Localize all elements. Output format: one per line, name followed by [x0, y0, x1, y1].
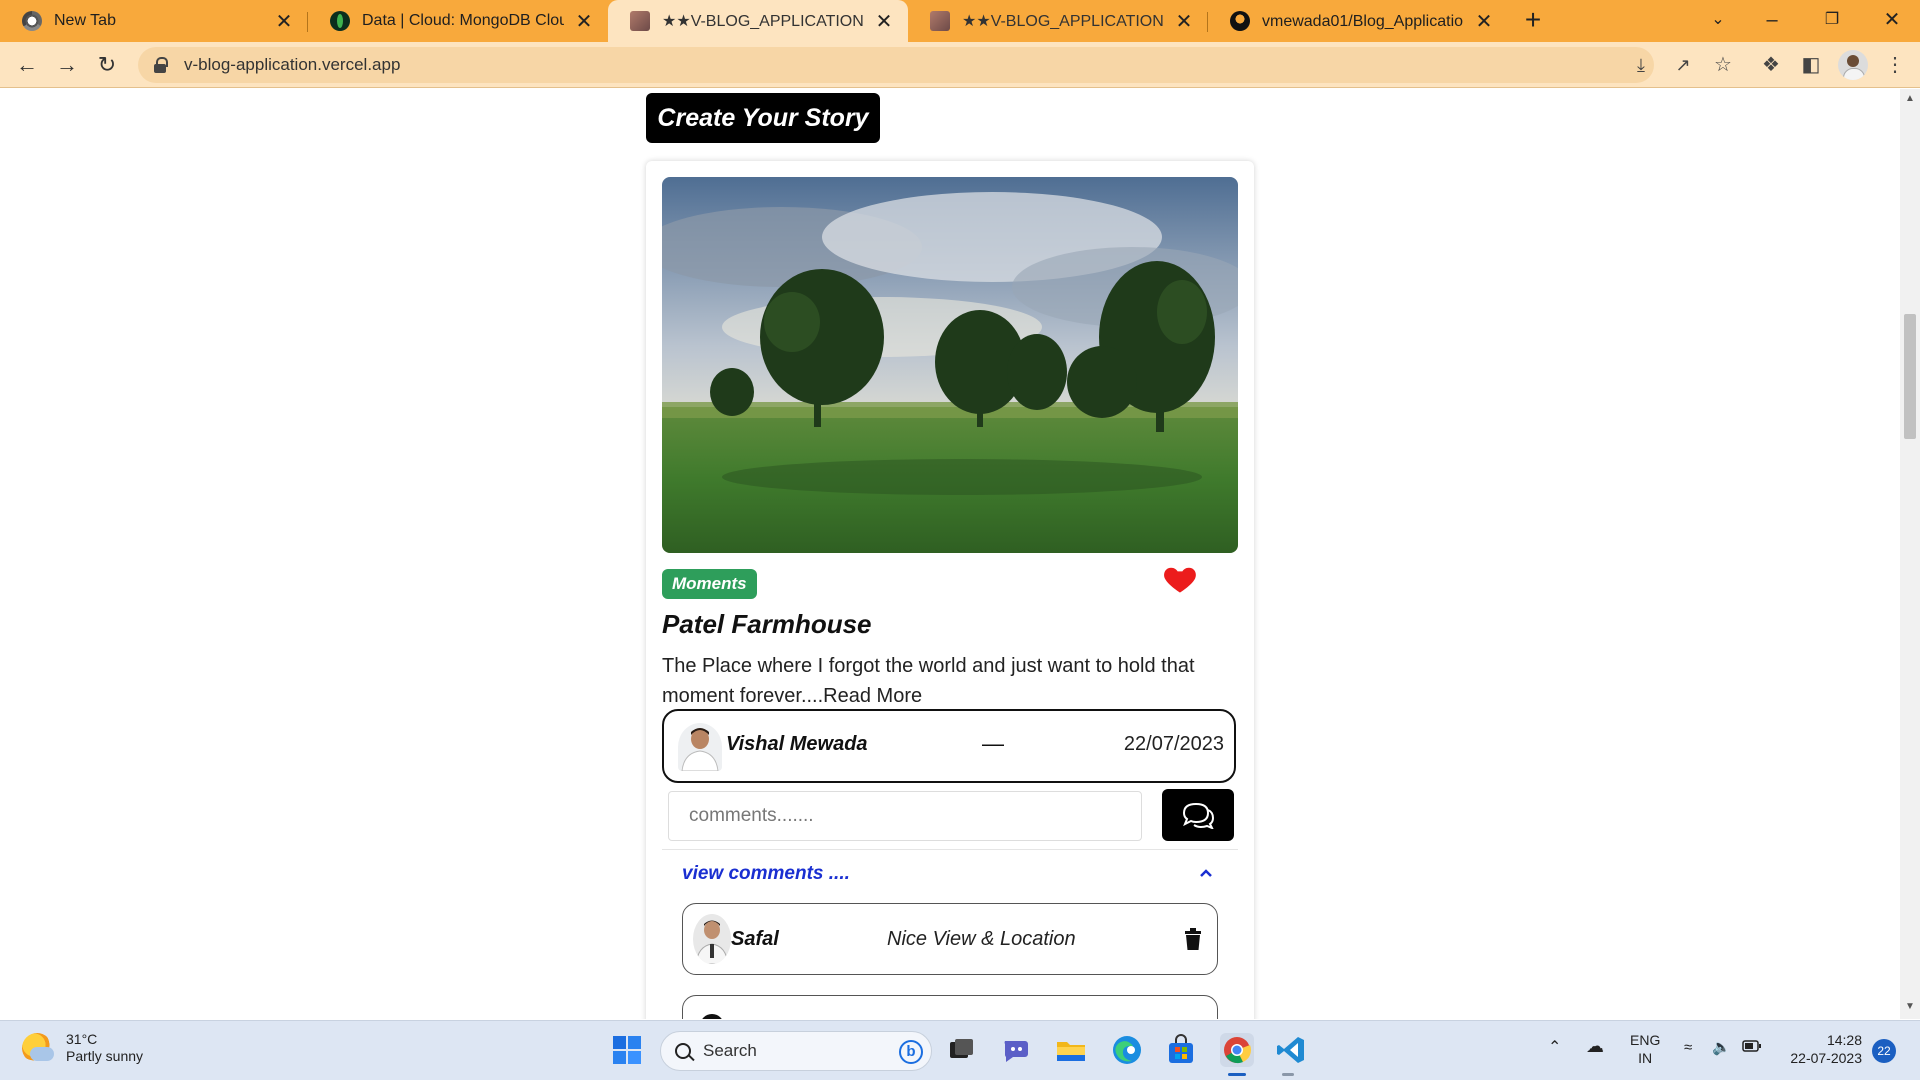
close-icon[interactable]: ✕: [274, 9, 294, 34]
windows-taskbar: 31°C Partly sunny Search b ⌃ ☁ ENG IN ≈ …: [0, 1020, 1920, 1080]
weather-widget[interactable]: 31°C Partly sunny: [22, 1031, 143, 1065]
view-comments-toggle[interactable]: view comments ....: [682, 863, 850, 885]
chevron-up-icon[interactable]: ⌃: [1548, 1039, 1561, 1057]
mongodb-leaf-icon: [330, 11, 350, 31]
battery-icon[interactable]: [1742, 1039, 1762, 1057]
vscode-indicator: [1282, 1073, 1294, 1076]
commenter-avatar: [693, 1006, 731, 1019]
divider: [662, 849, 1238, 850]
author-separator: —: [982, 731, 1004, 756]
url-text: v-blog-application.vercel.app: [184, 55, 401, 74]
forward-arrow-icon[interactable]: →: [52, 50, 82, 80]
tab-mongodb[interactable]: Data | Cloud: MongoDB Cloud ✕: [308, 0, 608, 42]
new-tab-button[interactable]: +: [1518, 0, 1548, 42]
chrome-menu-icon[interactable]: ⋮: [1880, 50, 1910, 80]
restore-button[interactable]: ❐: [1812, 0, 1852, 42]
chat-bubbles-icon: [1182, 802, 1215, 829]
category-tag[interactable]: Moments: [662, 569, 757, 599]
post-image: [662, 177, 1238, 553]
microsoft-store-icon[interactable]: [1164, 1033, 1198, 1067]
close-icon[interactable]: ✕: [874, 9, 894, 34]
scroll-up-arrow-icon[interactable]: ▲: [1904, 93, 1916, 104]
lock-icon: [154, 57, 168, 73]
clock[interactable]: 14:28 22-07-2023: [1780, 1031, 1862, 1067]
task-view-icon[interactable]: [944, 1033, 978, 1067]
close-icon[interactable]: ✕: [574, 9, 594, 34]
post-description: The Place where I forgot the world and j…: [662, 655, 1195, 707]
tab-vblog-active[interactable]: ★★V-BLOG_APPLICATION★★ ✕: [608, 0, 908, 42]
install-app-icon[interactable]: ⤓: [1626, 50, 1656, 80]
file-explorer-icon[interactable]: [1054, 1033, 1088, 1067]
comment-item: Safal Nice View & Location: [682, 903, 1218, 975]
tab-new-tab[interactable]: New Tab ✕: [0, 0, 308, 42]
post-title: Patel Farmhouse: [662, 609, 872, 639]
share-icon[interactable]: ↗: [1668, 50, 1698, 80]
side-panel-icon[interactable]: ◧: [1796, 50, 1826, 80]
profile-avatar[interactable]: [1838, 50, 1868, 80]
browser-tab-bar: New Tab ✕ Data | Cloud: MongoDB Cloud ✕ …: [0, 0, 1920, 42]
notification-badge[interactable]: 22: [1872, 1039, 1896, 1063]
chrome-taskbar-icon[interactable]: [1220, 1033, 1254, 1067]
taskbar-search[interactable]: Search b: [660, 1031, 932, 1071]
vscode-icon[interactable]: [1274, 1033, 1308, 1067]
edge-browser-icon[interactable]: [1110, 1033, 1144, 1067]
windows-start-icon[interactable]: [610, 1033, 644, 1067]
language-indicator[interactable]: ENG IN: [1630, 1031, 1660, 1067]
address-bar[interactable]: v-blog-application.vercel.app: [138, 47, 1654, 83]
author-avatar: [678, 723, 722, 771]
page-viewport: Create Your Story Moments Patel Farmhous…: [0, 89, 1900, 1019]
commenter-avatar: [693, 914, 731, 964]
weather-desc: Partly sunny: [66, 1048, 144, 1064]
comment-text: Nice View & Location: [887, 928, 1076, 950]
chrome-icon: [22, 11, 42, 31]
window-close-button[interactable]: ✕: [1872, 0, 1912, 42]
scrollbar-thumb[interactable]: [1904, 314, 1916, 439]
heart-like-icon[interactable]: [1162, 561, 1202, 601]
chevron-up-icon[interactable]: [1196, 863, 1216, 883]
tab-vblog[interactable]: ★★V-BLOG_APPLICATION★★ ✕: [908, 0, 1208, 42]
post-date: 22/07/2023: [1123, 733, 1224, 755]
vblog-favicon: [630, 11, 650, 31]
weather-temp: 31°C: [66, 1031, 98, 1047]
page-scrollbar[interactable]: ▲ ▼: [1900, 89, 1920, 1019]
tab-search-chevron-icon[interactable]: ⌄: [1698, 0, 1738, 42]
post-comment-button[interactable]: [1162, 789, 1234, 841]
bookmark-star-icon[interactable]: ☆: [1708, 50, 1738, 80]
github-icon: [1230, 11, 1250, 31]
vblog-favicon: [930, 11, 950, 31]
tab-github[interactable]: vmewada01/Blog_Application: ★ ✕: [1208, 0, 1508, 42]
close-icon[interactable]: ✕: [1174, 9, 1194, 34]
onedrive-cloud-icon[interactable]: ☁: [1586, 1037, 1604, 1055]
blog-post-card: Moments Patel Farmhouse The Place where …: [646, 161, 1254, 1019]
browser-toolbar: ← → ↻ v-blog-application.vercel.app ⤓ ↗ …: [0, 42, 1920, 88]
volume-icon[interactable]: 🔈: [1712, 1039, 1731, 1057]
teams-chat-icon[interactable]: [1000, 1033, 1034, 1067]
commenter-name: Safal: [731, 928, 779, 950]
wifi-icon[interactable]: ≈: [1684, 1039, 1692, 1057]
author-info: Vishal Mewada — 22/07/2023: [662, 709, 1236, 783]
comment-input[interactable]: [668, 791, 1142, 841]
scroll-down-arrow-icon[interactable]: ▼: [1904, 1001, 1916, 1012]
create-story-button[interactable]: Create Your Story: [646, 93, 880, 143]
bing-icon[interactable]: b: [899, 1040, 923, 1064]
trash-icon[interactable]: [1183, 928, 1203, 950]
close-icon[interactable]: ✕: [1474, 9, 1494, 34]
search-icon: [675, 1043, 691, 1059]
chrome-active-indicator: [1228, 1073, 1246, 1076]
extensions-puzzle-icon[interactable]: ❖: [1756, 50, 1786, 80]
reload-icon[interactable]: ↻: [92, 50, 122, 80]
author-name: Vishal Mewada: [726, 733, 868, 755]
back-arrow-icon[interactable]: ←: [12, 50, 42, 80]
minimize-button[interactable]: –: [1752, 0, 1792, 42]
partly-sunny-icon: [22, 1033, 54, 1063]
search-label: Search: [703, 1041, 757, 1060]
comment-item: [682, 995, 1218, 1019]
